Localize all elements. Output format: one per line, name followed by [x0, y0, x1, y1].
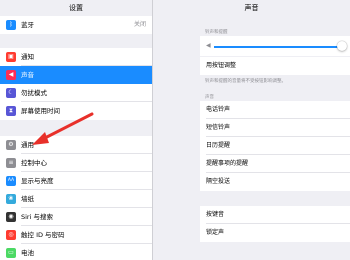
control-center-icon: ≡ [6, 158, 16, 168]
sidebar-item-general[interactable]: ⚙ 通用 [0, 136, 152, 154]
sidebar-item-do-not-disturb[interactable]: ☾ 勿扰模式 [0, 84, 152, 102]
bluetooth-status: 关闭 [133, 21, 146, 28]
change-with-buttons-label: 用按钮调整 [206, 62, 237, 69]
settings-sidebar: 设置 ᛒ 蓝牙 关闭 ▣ 通知 ◀ 声音 ☾ 勿扰模式 ⧗ 屏幕使用时间 ⚙ 通… [0, 0, 152, 260]
ringtone-row[interactable]: 电话铃声 [200, 101, 350, 119]
calendar-alerts-row[interactable]: 日历提醒 [200, 137, 350, 155]
siri-icon: ◉ [6, 212, 16, 222]
display-icon: AA [6, 176, 16, 186]
sidebar-item-display[interactable]: AA 显示与亮度 [0, 172, 152, 190]
sidebar-item-label: 墙纸 [21, 195, 34, 203]
sidebar-item-label: 屏幕使用时间 [21, 107, 60, 115]
sidebar-item-label: 蓝牙 [21, 21, 34, 29]
sounds-icon: ◀ [6, 70, 16, 80]
ringer-volume-slider[interactable]: ◀ [200, 36, 350, 56]
sidebar-item-siri[interactable]: ◉ Siri 与搜索 [0, 208, 152, 226]
keyboard-clicks-row[interactable]: 按键音 [200, 206, 350, 224]
sidebar-item-sounds[interactable]: ◀ 声音 [0, 66, 152, 84]
text-tone-row[interactable]: 短信铃声 [200, 119, 350, 137]
sidebar-item-label: 声音 [21, 71, 34, 79]
sidebar-item-label: 通知 [21, 53, 34, 61]
sidebar-item-battery[interactable]: ▭ 电池 [0, 244, 152, 260]
sidebar-item-wallpaper[interactable]: ❀ 墙纸 [0, 190, 152, 208]
do-not-disturb-icon: ☾ [6, 88, 16, 98]
keyboard-clicks-label: 按键音 [206, 211, 225, 218]
sounds-detail-pane: 声音 铃声和提醒 ◀ 用按钮调整 铃声和提醒的音量将不受按钮影响调整。 声音 电… [153, 0, 350, 260]
general-icon: ⚙ [6, 140, 16, 150]
sounds-section-header: 声音 [205, 95, 214, 100]
sound-item-label: 短信铃声 [206, 124, 231, 131]
speaker-icon: ◀ [206, 42, 211, 49]
ringer-footnote: 铃声和提醒的音量将不受按钮影响调整。 [205, 79, 286, 84]
change-with-buttons-row[interactable]: 用按钮调整 [200, 57, 350, 75]
sidebar-item-touch-id[interactable]: ◎ 触控 ID 与密码 [0, 226, 152, 244]
sound-item-label: 提醒事项的提醒 [206, 160, 249, 167]
slider-track [214, 46, 342, 48]
sidebar-item-notifications[interactable]: ▣ 通知 [0, 48, 152, 66]
battery-icon: ▭ [6, 248, 16, 258]
page-title: 声音 [244, 4, 259, 12]
sidebar-item-label: 通用 [21, 141, 34, 149]
bluetooth-icon: ᛒ [6, 20, 16, 30]
touch-id-icon: ◎ [6, 230, 16, 240]
lock-sound-label: 锁定声 [206, 229, 225, 236]
sidebar-item-label: 勿扰模式 [21, 89, 47, 97]
sound-item-label: 日历提醒 [206, 142, 231, 149]
sidebar-item-control-center[interactable]: ≡ 控制中心 [0, 154, 152, 172]
wallpaper-icon: ❀ [6, 194, 16, 204]
airdrop-row[interactable]: 隔空投送 [200, 173, 350, 191]
sidebar-item-label: 控制中心 [21, 159, 47, 167]
lock-sound-row[interactable]: 锁定声 [200, 224, 350, 242]
sidebar-item-label: 电池 [21, 249, 34, 257]
screen-time-icon: ⧗ [6, 106, 16, 116]
notifications-icon: ▣ [6, 52, 16, 62]
slider-knob[interactable] [337, 41, 348, 51]
sidebar-title: 设置 [69, 4, 83, 12]
sidebar-item-label: Siri 与搜索 [21, 213, 53, 221]
sidebar-item-screen-time[interactable]: ⧗ 屏幕使用时间 [0, 102, 152, 120]
sidebar-item-label: 显示与亮度 [21, 177, 54, 185]
reminder-alerts-row[interactable]: 提醒事项的提醒 [200, 155, 350, 173]
ringer-section-header: 铃声和提醒 [205, 30, 228, 35]
sidebar-item-label: 触控 ID 与密码 [21, 231, 65, 239]
sound-item-label: 隔空投送 [206, 178, 231, 185]
sidebar-item-bluetooth[interactable]: ᛒ 蓝牙 关闭 [0, 16, 152, 34]
sound-item-label: 电话铃声 [206, 106, 231, 113]
